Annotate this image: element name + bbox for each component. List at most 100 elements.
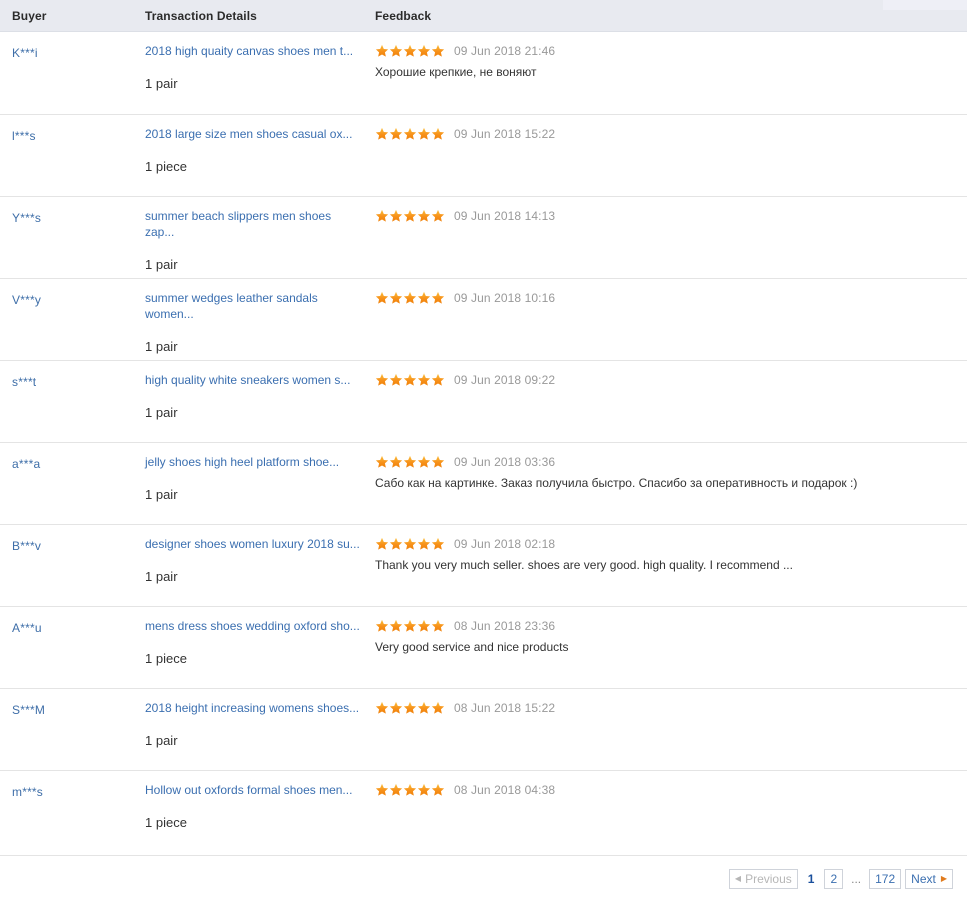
product-title-link[interactable]: summer beach slippers men shoes zap... <box>145 208 361 240</box>
pagination-next-button[interactable]: Next ▶ <box>905 869 953 889</box>
table-row: B***v designer shoes women luxury 2018 su… <box>0 525 967 607</box>
feedback-date: 08 Jun 2018 23:36 <box>454 619 556 633</box>
pagination-last-page[interactable]: 172 <box>869 869 902 889</box>
pagination-page-1: 1 <box>807 872 815 886</box>
star-icon <box>375 701 389 714</box>
feedback-rating-line: 09 Jun 2018 14:13 <box>375 208 967 224</box>
cell-feedback: 08 Jun 2018 23:36 Very good service and n… <box>375 607 967 655</box>
star-icon <box>403 209 417 222</box>
star-icon <box>375 291 389 304</box>
star-icon <box>431 537 445 550</box>
order-quantity: 1 pair <box>145 487 178 502</box>
pagination: ◀ Previous 1 2 ... 172 Next ▶ <box>728 869 953 889</box>
star-icon <box>431 783 445 796</box>
feedback-rating-line: 09 Jun 2018 21:46 <box>375 43 967 59</box>
order-quantity: 1 pair <box>145 339 178 354</box>
star-icon <box>389 373 403 386</box>
star-icon <box>403 783 417 796</box>
star-icon <box>417 44 431 57</box>
star-icon <box>431 291 445 304</box>
star-icon <box>375 783 389 796</box>
cell-transaction-details: designer shoes women luxury 2018 su... 1 … <box>145 525 375 584</box>
table-header-row: Buyer Transaction Details Feedback <box>0 0 967 32</box>
cell-feedback: 08 Jun 2018 15:22 <box>375 689 967 716</box>
star-icon <box>389 537 403 550</box>
cell-buyer: S***M <box>0 689 145 717</box>
feedback-date: 09 Jun 2018 15:22 <box>454 127 556 141</box>
star-rating <box>375 291 445 305</box>
buyer-name[interactable]: V***y <box>12 293 41 307</box>
column-header-transaction-details: Transaction Details <box>145 8 257 23</box>
star-icon <box>375 537 389 550</box>
cell-transaction-details: high quality white sneakers women s... 1 … <box>145 361 375 420</box>
product-title-link[interactable]: 2018 height increasing womens shoes... <box>145 700 361 716</box>
buyer-name[interactable]: m***s <box>12 785 43 799</box>
buyer-name[interactable]: A***u <box>12 621 42 635</box>
cell-feedback: 09 Jun 2018 10:16 <box>375 279 967 306</box>
order-quantity: 1 pair <box>145 569 178 584</box>
cell-feedback: 08 Jun 2018 04:38 <box>375 771 967 798</box>
table-row: m***s Hollow out oxfords formal shoes men… <box>0 771 967 856</box>
feedback-rating-line: 08 Jun 2018 15:22 <box>375 700 967 716</box>
star-rating <box>375 373 445 387</box>
star-rating <box>375 783 445 797</box>
product-title-link[interactable]: designer shoes women luxury 2018 su... <box>145 536 361 552</box>
star-icon <box>389 783 403 796</box>
star-icon <box>403 701 417 714</box>
cell-buyer: Y***s <box>0 197 145 225</box>
pagination-previous-label: Previous <box>745 872 792 886</box>
product-title-link[interactable]: high quality white sneakers women s... <box>145 372 361 388</box>
pagination-previous-button[interactable]: ◀ Previous <box>728 869 798 889</box>
star-icon <box>389 209 403 222</box>
buyer-name[interactable]: s***t <box>12 375 36 389</box>
star-rating <box>375 127 445 141</box>
star-rating <box>375 619 445 633</box>
order-quantity: 1 piece <box>145 651 187 666</box>
feedback-rating-line: 09 Jun 2018 10:16 <box>375 290 967 306</box>
triangle-left-icon: ◀ <box>734 874 742 883</box>
feedback-date: 09 Jun 2018 09:22 <box>454 373 556 387</box>
cell-feedback: 09 Jun 2018 21:46 Хорошие крепкие, не вон… <box>375 32 967 80</box>
table-row: S***M 2018 height increasing womens shoes… <box>0 689 967 771</box>
product-title-link[interactable]: jelly shoes high heel platform shoe... <box>145 454 361 470</box>
table-row: A***u mens dress shoes wedding oxford sho… <box>0 607 967 689</box>
cell-feedback: 09 Jun 2018 15:22 <box>375 115 967 142</box>
star-icon <box>389 127 403 140</box>
product-title-link[interactable]: summer wedges leather sandals women... <box>145 290 361 322</box>
buyer-name[interactable]: Y***s <box>12 211 41 225</box>
buyer-name[interactable]: l***s <box>12 129 36 143</box>
star-icon <box>431 127 445 140</box>
star-rating <box>375 701 445 715</box>
buyer-name[interactable]: B***v <box>12 539 41 553</box>
feedback-date: 09 Jun 2018 03:36 <box>454 455 556 469</box>
buyer-name[interactable]: K***i <box>12 46 38 60</box>
star-icon <box>403 291 417 304</box>
product-title-link[interactable]: mens dress shoes wedding oxford sho... <box>145 618 361 634</box>
product-title-link[interactable]: 2018 high quaity canvas shoes men t... <box>145 43 361 59</box>
buyer-name[interactable]: S***M <box>12 703 45 717</box>
feedback-rating-line: 08 Jun 2018 23:36 <box>375 618 967 634</box>
order-quantity: 1 piece <box>145 159 187 174</box>
star-icon <box>417 701 431 714</box>
buyer-name[interactable]: a***a <box>12 457 40 471</box>
feedback-date: 09 Jun 2018 02:18 <box>454 537 556 551</box>
cell-buyer: B***v <box>0 525 145 553</box>
feedback-comment: Хорошие крепкие, не воняют <box>375 65 537 79</box>
star-icon <box>375 373 389 386</box>
product-title-link[interactable]: 2018 large size men shoes casual ox... <box>145 126 361 142</box>
star-icon <box>403 127 417 140</box>
star-icon <box>375 455 389 468</box>
star-icon <box>375 619 389 632</box>
star-icon <box>417 127 431 140</box>
product-title-link[interactable]: Hollow out oxfords formal shoes men... <box>145 782 361 798</box>
order-quantity: 1 pair <box>145 733 178 748</box>
pagination-page-2[interactable]: 2 <box>824 869 844 889</box>
star-icon <box>431 701 445 714</box>
cell-transaction-details: mens dress shoes wedding oxford sho... 1 … <box>145 607 375 666</box>
star-icon <box>431 44 445 57</box>
feedback-comment: Thank you very much seller. shoes are ve… <box>375 558 793 572</box>
cell-feedback: 09 Jun 2018 14:13 <box>375 197 967 224</box>
table-row: l***s 2018 large size men shoes casual ox… <box>0 115 967 197</box>
pagination-next-label: Next <box>911 872 936 886</box>
star-icon <box>403 373 417 386</box>
